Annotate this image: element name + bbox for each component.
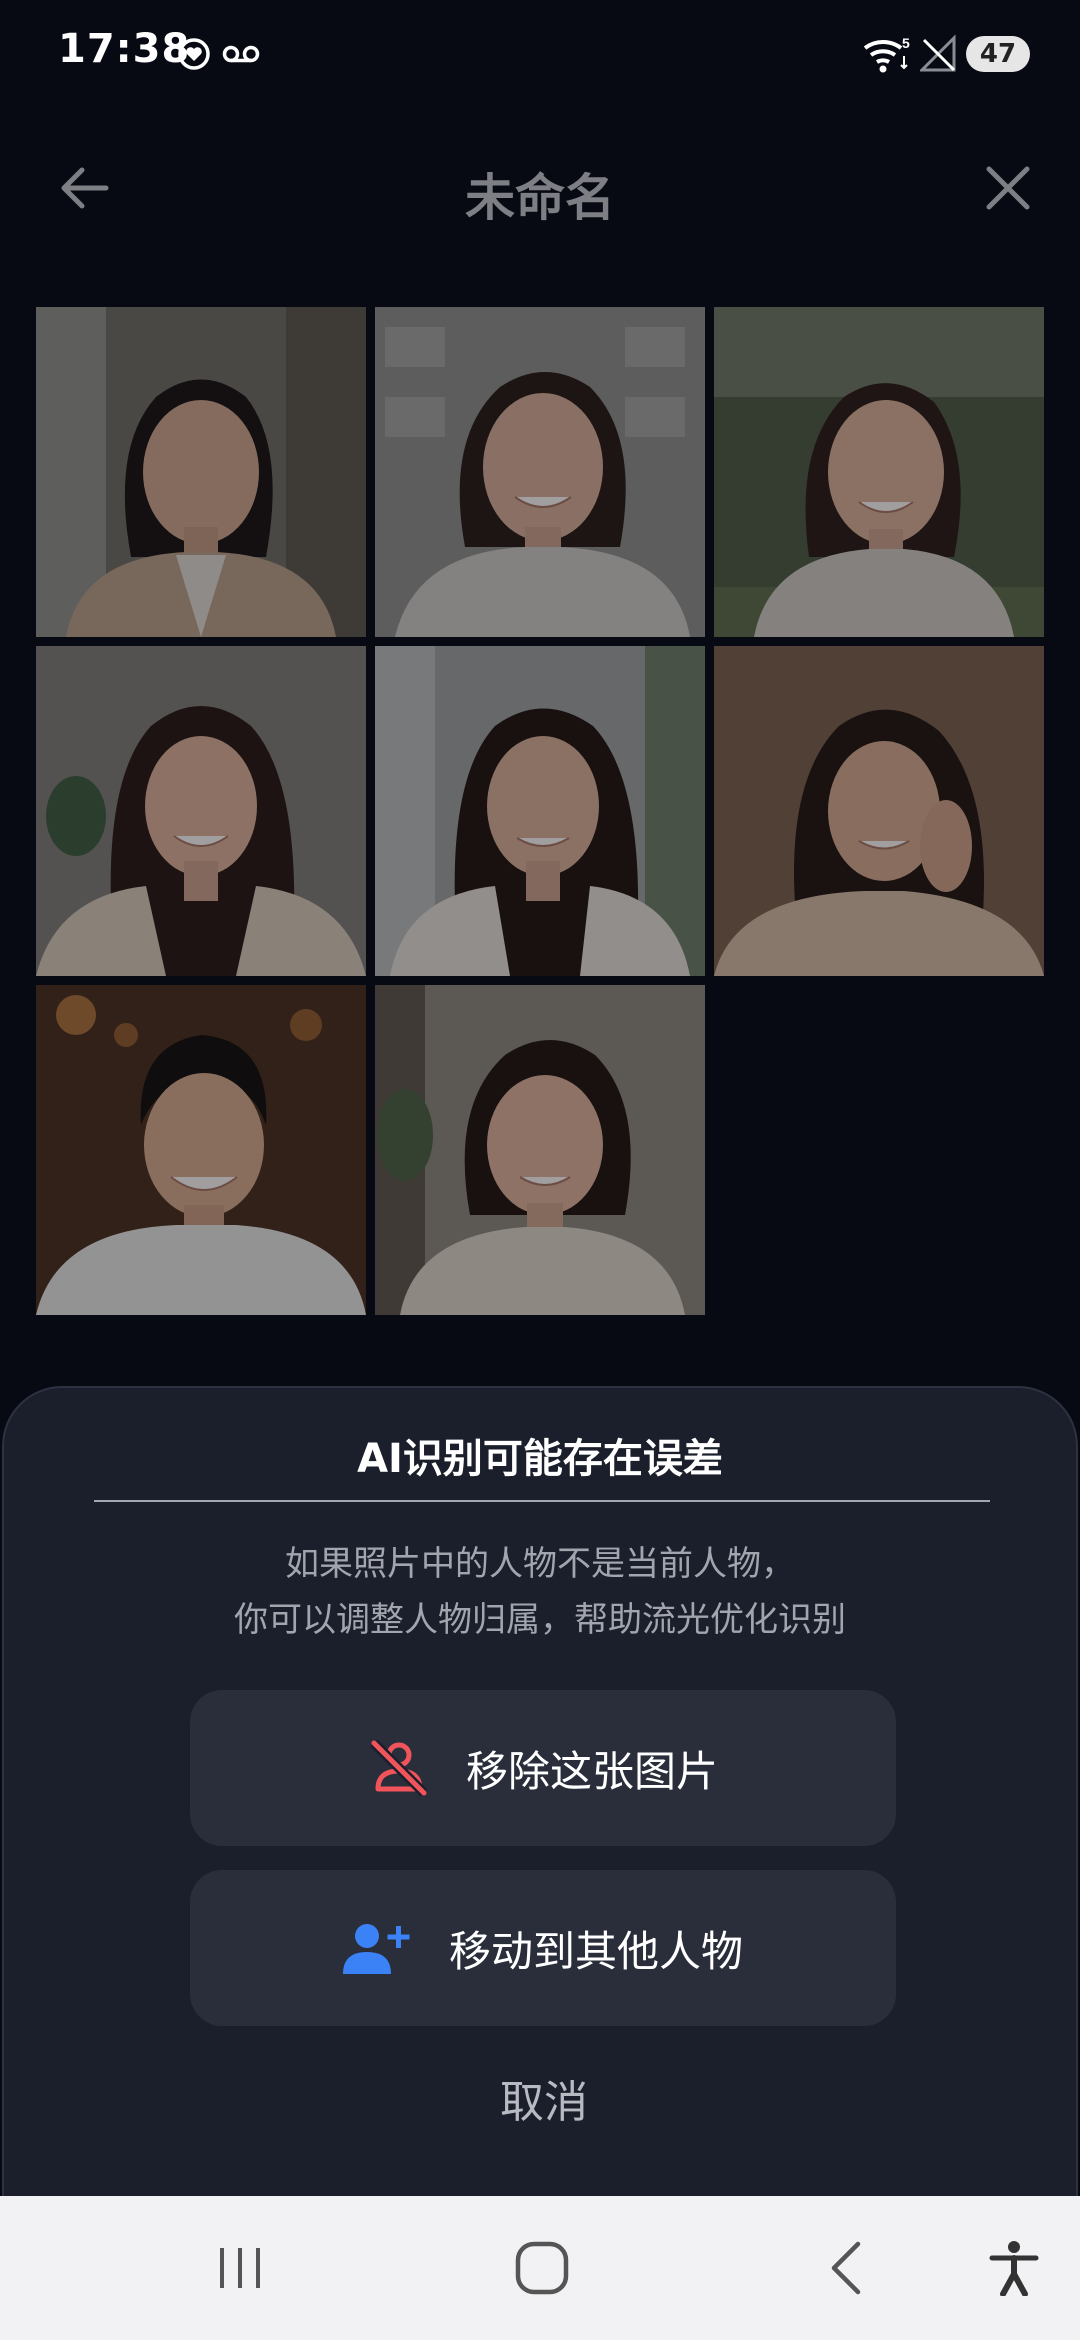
remove-photo-label: 移除这张图片 <box>465 1746 718 1796</box>
photo-dim-overlay <box>375 307 705 637</box>
home-button[interactable] <box>492 2218 592 2318</box>
person-add-icon <box>342 1920 413 1976</box>
move-to-person-button[interactable]: 移动到其他人物 <box>190 1870 896 2026</box>
screen: 17:38 5 47 未命名 AI识别可能存在误差 如果照片中的人物不是当前人物… <box>0 0 1080 2340</box>
back-icon <box>831 2241 861 2295</box>
recent-apps-icon <box>220 2248 260 2288</box>
home-icon <box>515 2241 569 2295</box>
photo-dim-overlay <box>375 646 705 976</box>
person-off-icon <box>368 1737 430 1799</box>
photo-dim-overlay <box>36 307 366 637</box>
voicemail-icon <box>222 45 260 63</box>
back-nav-button[interactable] <box>796 2218 896 2318</box>
close-icon <box>986 166 1030 210</box>
photo-thumbnail[interactable] <box>375 307 705 637</box>
photo-thumbnail[interactable] <box>36 985 366 1315</box>
photo-thumbnail[interactable] <box>36 646 366 976</box>
photo-thumbnail[interactable] <box>375 646 705 976</box>
cancel-button[interactable]: 取消 <box>394 2058 694 2148</box>
heart-circle-icon <box>178 38 210 70</box>
sheet-divider <box>94 1500 990 1502</box>
remove-photo-button[interactable]: 移除这张图片 <box>190 1690 896 1846</box>
photo-dim-overlay <box>714 307 1044 637</box>
recent-apps-button[interactable] <box>190 2218 290 2318</box>
sheet-description-line1: 如果照片中的人物不是当前人物， <box>285 1544 795 1584</box>
battery-icon: 47 <box>966 36 1030 72</box>
photo-thumbnail[interactable] <box>714 307 1044 637</box>
photo-thumbnail[interactable] <box>36 307 366 637</box>
wifi-icon: 5 <box>863 35 910 73</box>
move-to-person-label: 移动到其他人物 <box>448 1926 743 1976</box>
photo-grid <box>36 307 1044 1315</box>
signal-off-icon <box>920 34 956 72</box>
photo-dim-overlay <box>714 646 1044 976</box>
photo-thumbnail[interactable] <box>375 985 705 1315</box>
status-bar: 17:38 5 47 <box>0 0 1080 108</box>
page-title: 未命名 <box>465 169 615 227</box>
status-time: 17:38 <box>58 26 191 72</box>
close-button[interactable] <box>968 148 1048 228</box>
photo-dim-overlay <box>36 646 366 976</box>
accessibility-icon <box>989 2241 1039 2296</box>
bottom-sheet: AI识别可能存在误差 如果照片中的人物不是当前人物， 你可以调整人物归属，帮助流… <box>2 1386 1078 2286</box>
photo-dim-overlay <box>36 985 366 1315</box>
sheet-title: AI识别可能存在误差 <box>357 1436 723 1482</box>
svg-text:5: 5 <box>902 35 910 51</box>
sheet-description-line2: 你可以调整人物归属，帮助流光优化识别 <box>234 1600 846 1640</box>
accessibility-button[interactable] <box>964 2218 1064 2318</box>
photo-dim-overlay <box>375 985 705 1315</box>
photo-thumbnail[interactable] <box>714 646 1044 976</box>
app-bar: 未命名 <box>0 140 1080 240</box>
system-navigation-bar <box>0 2196 1080 2340</box>
